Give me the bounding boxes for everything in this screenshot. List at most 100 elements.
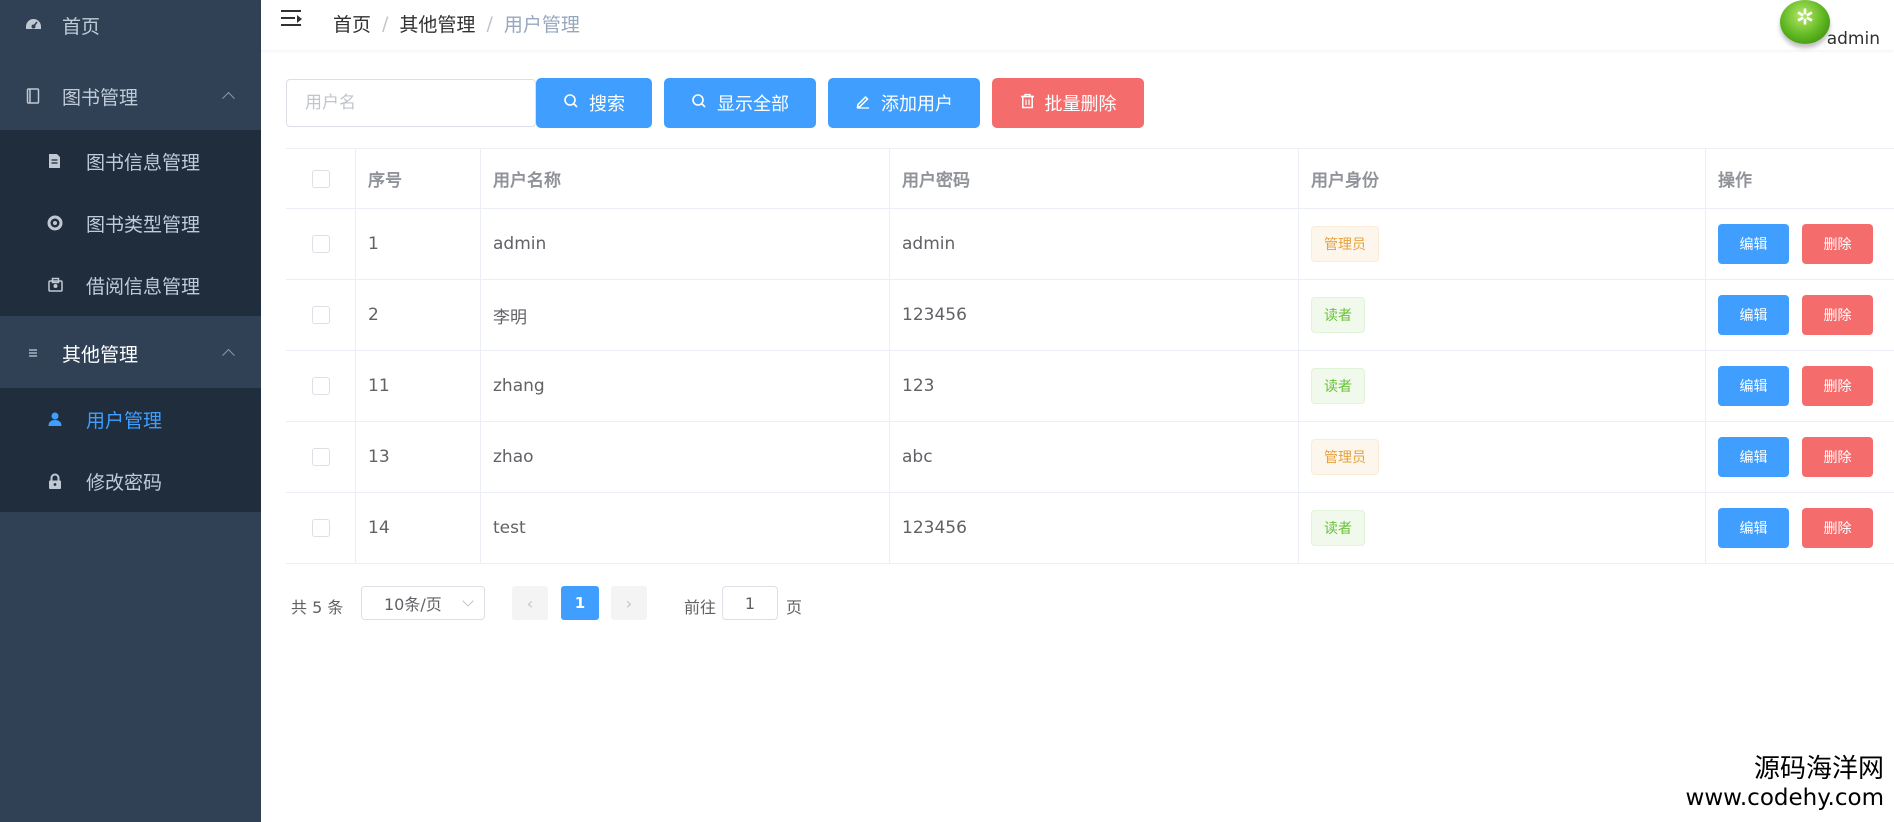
top-navbar: 首页 / 其他管理 / 用户管理 ✲ admin bbox=[261, 0, 1894, 50]
sidebar-item-label: 修改密码 bbox=[86, 471, 163, 494]
ring-icon bbox=[46, 214, 64, 232]
page-number-1[interactable]: 1 bbox=[561, 586, 599, 620]
hamburger-icon[interactable] bbox=[281, 10, 303, 28]
edit-button[interactable]: 编辑 bbox=[1718, 366, 1789, 406]
table-body: 1 admin admin 管理员 编辑 删除 2 李明 123456 读者 编辑 删除 11 zhang… bbox=[286, 209, 1894, 564]
search-icon bbox=[563, 93, 579, 113]
sidebar-item-book-info[interactable]: 图书信息管理 bbox=[0, 130, 261, 192]
document-edit-icon bbox=[46, 152, 64, 170]
goto-label: 前往 bbox=[684, 598, 717, 617]
row-select-cell bbox=[286, 422, 356, 492]
row-checkbox[interactable] bbox=[311, 448, 330, 466]
show-all-button-label: 显示全部 bbox=[717, 94, 789, 115]
show-all-button[interactable]: 显示全部 bbox=[664, 78, 816, 128]
breadcrumb-other[interactable]: 其他管理 bbox=[399, 10, 475, 37]
cell-role: 读者 bbox=[1299, 351, 1706, 421]
sidebar-item-label: 其他管理 bbox=[62, 343, 139, 366]
breadcrumb-current: 用户管理 bbox=[503, 14, 580, 36]
sidebar-item-home[interactable]: 首页 bbox=[0, 0, 261, 50]
edit-button[interactable]: 编辑 bbox=[1718, 508, 1789, 548]
column-header-id[interactable]: 序号 bbox=[356, 149, 481, 208]
cell-role: 读者 bbox=[1299, 280, 1706, 350]
cell-actions: 编辑 删除 bbox=[1706, 280, 1894, 350]
cell-id: 2 bbox=[356, 280, 481, 350]
row-select-cell bbox=[286, 351, 356, 421]
page-size-select[interactable]: 10条/页 bbox=[361, 586, 485, 620]
search-button[interactable]: 搜索 bbox=[536, 78, 652, 128]
prev-page-button[interactable]: ‹ bbox=[512, 586, 548, 620]
cell-actions: 编辑 删除 bbox=[1706, 351, 1894, 421]
delete-button[interactable]: 删除 bbox=[1802, 366, 1873, 406]
sidebar-item-book-type[interactable]: 图书类型管理 bbox=[0, 192, 261, 254]
row-checkbox[interactable] bbox=[311, 519, 330, 537]
batch-delete-button[interactable]: 批量删除 bbox=[992, 78, 1144, 128]
username-search-input[interactable] bbox=[286, 79, 536, 127]
sidebar-item-label: 图书信息管理 bbox=[86, 151, 201, 174]
table-row: 1 admin admin 管理员 编辑 删除 bbox=[286, 209, 1894, 280]
watermark-title: 源码海洋网 bbox=[1753, 754, 1884, 784]
breadcrumb-separator: / bbox=[382, 12, 389, 35]
borrow-icon bbox=[46, 276, 64, 294]
breadcrumb: 首页 / 其他管理 / 用户管理 bbox=[333, 10, 580, 37]
sidebar-item-label: 用户管理 bbox=[86, 409, 163, 432]
username-label[interactable]: admin bbox=[1827, 29, 1880, 49]
search-icon bbox=[691, 93, 707, 113]
role-tag: 管理员 bbox=[1311, 226, 1379, 262]
cell-id: 14 bbox=[356, 493, 481, 563]
sidebar-item-borrow[interactable]: 借阅信息管理 bbox=[0, 254, 261, 316]
cell-password: 123 bbox=[890, 351, 1299, 421]
sidebar-item-change-password[interactable]: 修改密码 bbox=[0, 450, 261, 512]
row-select-cell bbox=[286, 209, 356, 279]
delete-button[interactable]: 删除 bbox=[1802, 224, 1873, 264]
user-icon bbox=[46, 410, 64, 428]
row-checkbox[interactable] bbox=[311, 377, 330, 395]
delete-button[interactable]: 删除 bbox=[1802, 508, 1873, 548]
role-tag: 管理员 bbox=[1311, 439, 1379, 475]
cell-name: admin bbox=[481, 209, 890, 279]
row-checkbox[interactable] bbox=[311, 306, 330, 324]
edit-button[interactable]: 编辑 bbox=[1718, 295, 1789, 335]
menu-lines-icon bbox=[24, 344, 42, 362]
sidebar-submenu-other[interactable]: 其他管理 bbox=[0, 318, 261, 388]
watermark-url: www.codehy.com bbox=[1685, 785, 1884, 811]
batch-delete-button-label: 批量删除 bbox=[1044, 94, 1117, 115]
avatar[interactable]: ✲ bbox=[1780, 0, 1830, 44]
cell-id: 1 bbox=[356, 209, 481, 279]
pagination-total: 共 5 条 bbox=[291, 598, 344, 617]
edit-icon bbox=[855, 93, 871, 113]
cell-actions: 编辑 删除 bbox=[1706, 493, 1894, 563]
column-header-role[interactable]: 用户身份 bbox=[1299, 149, 1706, 208]
sidebar-item-label: 借阅信息管理 bbox=[86, 275, 201, 298]
sidebar-item-label: 图书类型管理 bbox=[86, 213, 201, 236]
sidebar-submenu-books[interactable]: 图书管理 bbox=[0, 61, 261, 131]
cell-password: 123456 bbox=[890, 280, 1299, 350]
next-page-button[interactable]: › bbox=[611, 586, 647, 620]
goto-page-input[interactable] bbox=[722, 586, 778, 620]
table-row: 14 test 123456 读者 编辑 删除 bbox=[286, 493, 1894, 564]
edit-button[interactable]: 编辑 bbox=[1718, 224, 1789, 264]
cell-password: abc bbox=[890, 422, 1299, 492]
table-row: 11 zhang 123 读者 编辑 删除 bbox=[286, 351, 1894, 422]
chevron-right-icon: › bbox=[625, 593, 633, 613]
cell-role: 管理员 bbox=[1299, 209, 1706, 279]
column-header-password[interactable]: 用户密码 bbox=[890, 149, 1299, 208]
table-row: 2 李明 123456 读者 编辑 删除 bbox=[286, 280, 1894, 351]
table-header-row: 序号 用户名称 用户密码 用户身份 操作 bbox=[286, 149, 1894, 209]
edit-button[interactable]: 编辑 bbox=[1718, 437, 1789, 477]
cell-password: admin bbox=[890, 209, 1299, 279]
chevron-down-icon bbox=[462, 595, 474, 607]
column-header-name[interactable]: 用户名称 bbox=[481, 149, 890, 208]
dashboard-icon bbox=[24, 16, 42, 34]
cell-actions: 编辑 删除 bbox=[1706, 422, 1894, 492]
add-user-button[interactable]: 添加用户 bbox=[828, 78, 980, 128]
sidebar-item-user-management[interactable]: 用户管理 bbox=[0, 388, 261, 450]
delete-button[interactable]: 删除 bbox=[1802, 295, 1873, 335]
delete-button[interactable]: 删除 bbox=[1802, 437, 1873, 477]
sidebar: 首页 图书管理 图书信息管理 图书类型管理 借阅信息管理 其他管理 用户管理 修… bbox=[0, 0, 261, 822]
row-checkbox[interactable] bbox=[311, 235, 330, 253]
breadcrumb-home[interactable]: 首页 bbox=[333, 10, 371, 37]
table-row: 13 zhao abc 管理员 编辑 删除 bbox=[286, 422, 1894, 493]
trash-icon bbox=[1020, 93, 1035, 113]
select-all-checkbox[interactable] bbox=[311, 169, 330, 188]
book-icon bbox=[24, 87, 42, 105]
